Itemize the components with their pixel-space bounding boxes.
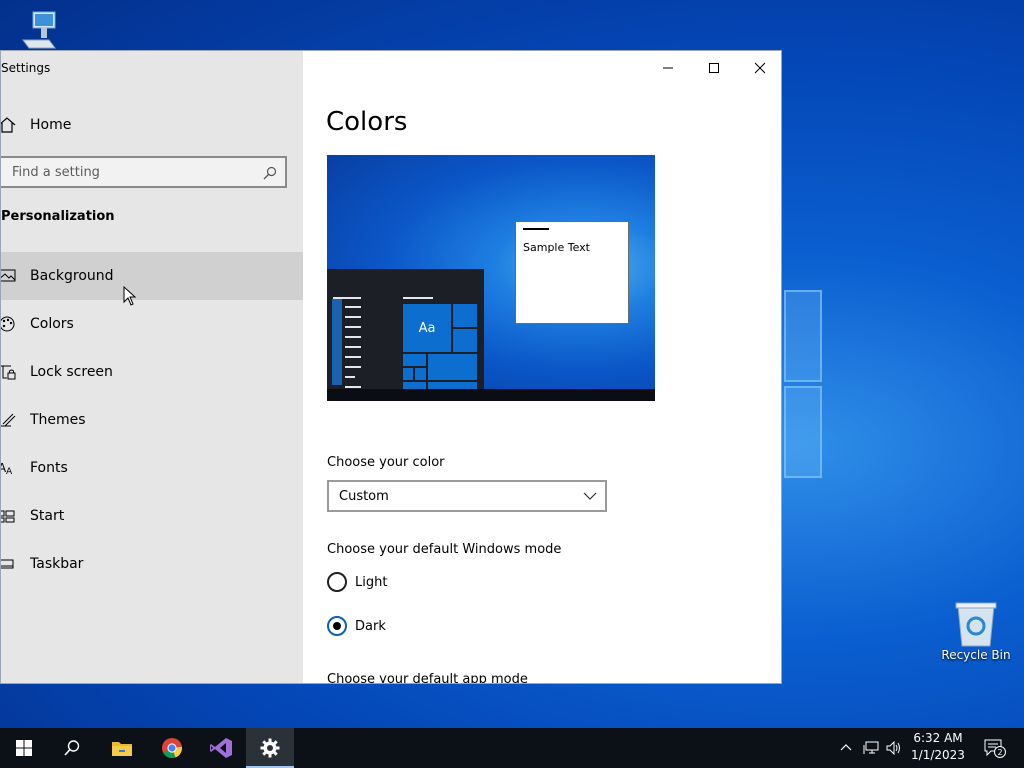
windows-mode-label: Choose your default Windows mode [327,542,562,557]
network-button[interactable] [860,728,882,768]
radio-light[interactable]: Light [327,572,387,592]
color-select-value: Custom [339,488,389,504]
clock-date: 1/1/2023 [911,748,965,762]
sidebar-item-label: Colors [30,316,74,332]
preview-taskbar [327,389,655,401]
theme-preview: Aa Sample Text [327,155,655,401]
svg-text:A: A [6,467,13,476]
windows-start-icon [16,740,32,756]
computer-icon [22,11,56,49]
recycle-bin-icon [955,602,997,647]
recycle-bin-label: Recycle Bin [941,648,1011,662]
radio-light-label: Light [355,574,388,590]
picture-icon [1,252,30,300]
recycle-bin-desktop-icon[interactable]: Recycle Bin [940,600,1012,662]
chevron-up-icon [840,744,852,751]
settings-icon [260,738,280,758]
notification-count: 2 [997,748,1002,757]
show-hidden-icons-button[interactable] [836,728,856,768]
sidebar-item-label: Themes [30,412,86,428]
preview-sample-text: Sample Text [523,241,590,254]
sidebar-item-start[interactable]: Start [1,492,303,540]
sidebar-item-themes[interactable]: Themes [1,396,303,444]
chrome-icon [162,738,182,759]
sidebar-item-lock-screen[interactable]: Lock screen [1,348,303,396]
sidebar-item-label: Taskbar [30,556,84,572]
preview-start-menu: Aa [327,269,484,391]
home-icon [1,117,30,133]
sidebar-nav-list: Background Colors Lock screen Themes A F… [1,252,303,588]
search-input[interactable] [12,164,252,180]
home-label: Home [30,117,72,133]
settings-content: Colors Aa Sample Text Choose your color … [303,51,781,684]
radio-dark-button[interactable] [327,616,347,636]
app-mode-label: Choose your default app mode [327,672,528,684]
section-title: Personalization [1,209,115,224]
sidebar-item-label: Fonts [30,460,68,476]
network-icon [863,741,879,754]
action-center-button[interactable]: 2 [980,728,1010,768]
file-explorer-icon [112,742,132,756]
start-icon [1,492,30,540]
sidebar-item-taskbar[interactable]: Taskbar [1,540,303,588]
file-explorer-button[interactable] [98,728,146,768]
radio-dark-label: Dark [355,618,386,634]
page-title: Colors [326,107,408,137]
start-button[interactable] [0,728,48,768]
preview-window: Sample Text [515,221,629,324]
lock-screen-icon [1,348,30,396]
clock-time: 6:32 AM [913,731,963,745]
settings-taskbar-button[interactable] [246,728,294,768]
sidebar-item-colors[interactable]: Colors [1,300,303,348]
notification-icon: 2 [984,739,1006,758]
desktop-windows-logo [784,290,824,480]
sidebar-item-label: Start [30,508,65,524]
sidebar-item-label: Background [30,268,114,284]
window-title: Settings [1,61,51,75]
radio-light-button[interactable] [327,572,347,592]
this-pc-desktop-icon[interactable] [14,10,64,50]
preview-tile: Aa [402,303,452,353]
settings-window: Settings Home Personalization Background [0,50,782,684]
taskbar: 6:32 AM 1/1/2023 2 [0,728,1024,768]
visual-studio-icon [210,738,232,758]
search-box[interactable] [1,156,287,188]
brush-icon [1,396,30,444]
search-icon [64,740,80,756]
color-select[interactable]: Custom [327,480,607,512]
choose-color-label: Choose your color [327,455,445,470]
visual-studio-button[interactable] [197,728,245,768]
volume-button[interactable] [884,728,904,768]
sidebar-item-background[interactable]: Background [1,252,303,300]
chevron-down-icon [583,490,597,506]
sidebar-item-fonts[interactable]: AA Fonts [1,444,303,492]
palette-icon [1,300,30,348]
chrome-button[interactable] [148,728,196,768]
taskbar-search-button[interactable] [48,728,96,768]
fonts-icon: AA [1,444,30,492]
search-icon[interactable] [263,165,277,184]
mouse-cursor-icon [123,286,137,306]
radio-dark[interactable]: Dark [327,616,386,636]
taskbar-clock[interactable]: 6:32 AM 1/1/2023 [904,730,972,764]
settings-sidebar: Settings Home Personalization Background [1,51,303,683]
taskbar-icon [1,540,30,588]
sidebar-item-home[interactable]: Home [1,109,303,141]
sidebar-item-label: Lock screen [30,364,113,380]
volume-icon [886,741,900,755]
